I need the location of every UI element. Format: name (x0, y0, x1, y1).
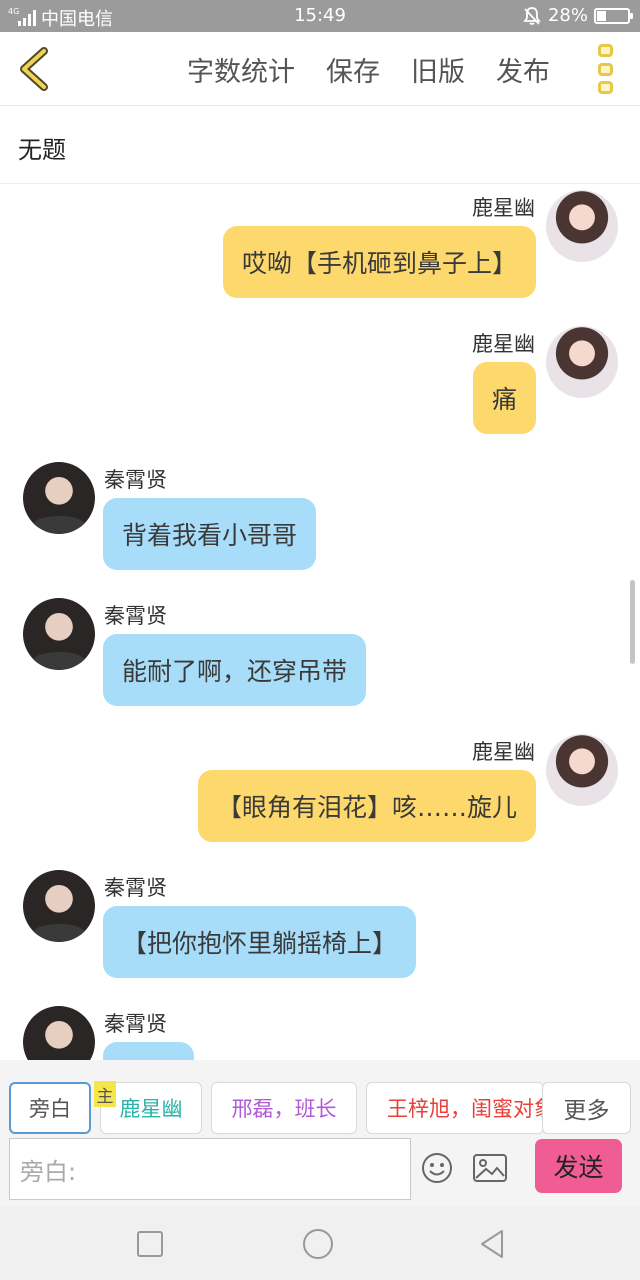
message-bubble[interactable]: 背着我看小哥哥 (103, 498, 317, 570)
send-button[interactable]: 发送 (535, 1139, 622, 1193)
avatar[interactable] (546, 326, 618, 398)
toolbar-actions: 字数统计 保存 旧版 发布 (187, 32, 550, 106)
chevron-left-icon[interactable] (14, 46, 54, 92)
avatar[interactable] (23, 462, 95, 534)
speaker-name: 秦霄贤 (104, 604, 167, 628)
battery-percent: 28% (547, 5, 588, 26)
narration-chip[interactable]: 旁白 (9, 1082, 91, 1134)
smiley-icon[interactable] (421, 1152, 453, 1184)
chat-area[interactable]: 鹿星幽 哎呦【手机砸到鼻子上】 鹿星幽 痛 秦霄贤 背着我看小哥哥 秦霄贤 能耐… (0, 185, 640, 1060)
speaker-name: 鹿星幽 (472, 740, 535, 764)
word-count-button[interactable]: 字数统计 (187, 50, 295, 89)
status-bar: 4G 中国电信 15:49 28% (0, 0, 640, 32)
publish-button[interactable]: 发布 (496, 50, 550, 89)
square-icon[interactable] (134, 1228, 166, 1260)
avatar[interactable] (546, 190, 618, 262)
message-bubble[interactable]: 【眼角有泪花】咳……旋儿 (197, 770, 536, 842)
speaker-name: 秦霄贤 (104, 468, 167, 492)
message-bubble[interactable]: 能耐了啊，还穿吊带 (103, 634, 367, 706)
story-title[interactable]: 无题 (18, 130, 66, 165)
speaker-name: 鹿星幽 (472, 196, 535, 220)
message-input[interactable]: 旁白: (9, 1138, 411, 1200)
editor-toolbar: 字数统计 保存 旧版 发布 (0, 32, 640, 106)
more-characters-button[interactable]: 更多 (542, 1082, 631, 1134)
old-version-button[interactable]: 旧版 (411, 50, 465, 89)
message-bubble[interactable] (103, 1042, 194, 1060)
avatar[interactable] (23, 870, 95, 942)
circle-icon[interactable] (302, 1228, 334, 1260)
speaker-name: 秦霄贤 (104, 876, 167, 900)
character-chip[interactable]: 邢磊，班长 (211, 1082, 357, 1134)
speaker-name: 秦霄贤 (104, 1012, 167, 1036)
avatar[interactable] (23, 1006, 95, 1060)
message-bubble[interactable]: 痛 (472, 362, 536, 434)
title-row[interactable]: 无题 (0, 106, 640, 184)
scrollbar-thumb[interactable] (630, 580, 635, 664)
character-chip[interactable]: 王梓旭，闺蜜对象 (366, 1082, 544, 1134)
main-role-badge: 主 (94, 1081, 116, 1107)
triangle-back-icon[interactable] (476, 1228, 508, 1260)
save-button[interactable]: 保存 (326, 50, 380, 89)
bell-muted-icon (523, 6, 541, 25)
image-icon[interactable] (473, 1154, 507, 1182)
message-bubble[interactable]: 哎呦【手机砸到鼻子上】 (222, 226, 536, 298)
input-row: 旁白: 发送 (0, 1136, 640, 1206)
status-right: 28% (522, 5, 633, 26)
speaker-name: 鹿星幽 (472, 332, 535, 356)
system-nav-bar (0, 1206, 640, 1280)
battery-fill (597, 10, 606, 21)
avatar[interactable] (23, 598, 95, 670)
message-bubble[interactable]: 【把你抱怀里躺摇椅上】 (103, 906, 417, 978)
battery-icon (594, 7, 633, 24)
avatar[interactable] (546, 734, 618, 806)
vertical-dots-icon[interactable] (598, 44, 614, 94)
